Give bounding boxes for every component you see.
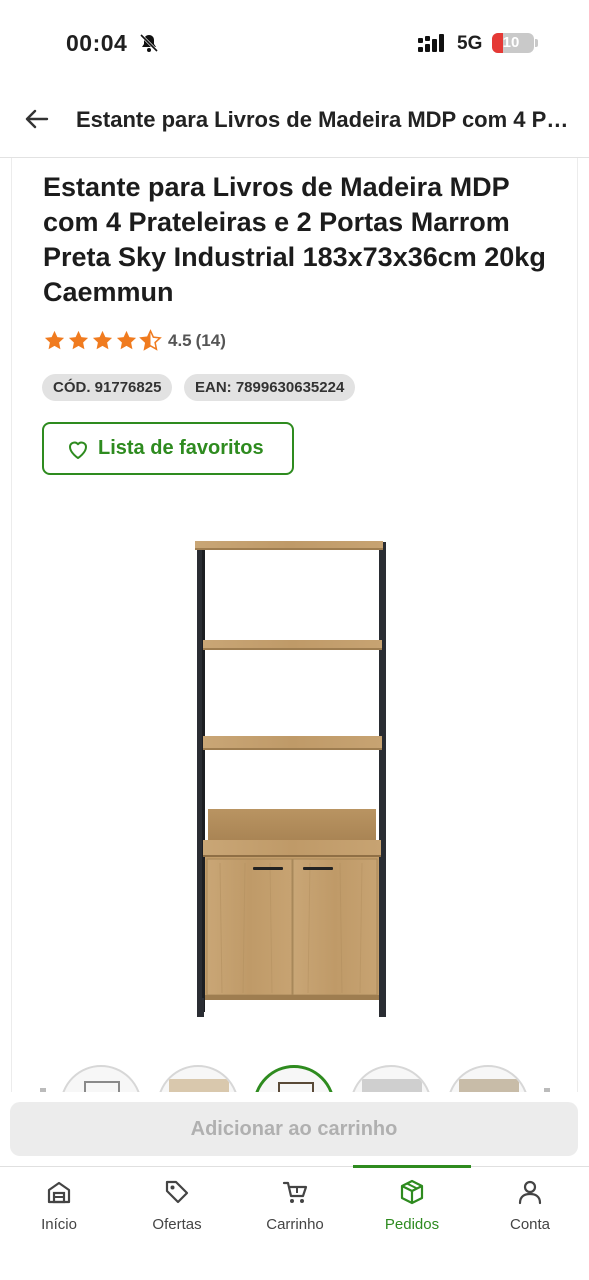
thumbnail[interactable] bbox=[447, 1065, 529, 1092]
bell-off-icon bbox=[139, 33, 159, 53]
nav-label-inicio: Início bbox=[41, 1216, 77, 1233]
nav-label-pedidos: Pedidos bbox=[384, 1216, 440, 1233]
status-bar: 00:04 5G 10 bbox=[0, 0, 589, 88]
header-title: Estante para Livros de Madeira MDP com 4… bbox=[76, 107, 571, 132]
bottom-navigation: Início Ofertas Carrinho Pedidos Conta bbox=[0, 1165, 589, 1280]
rating-stars[interactable] bbox=[43, 329, 162, 353]
thumbnail-strip[interactable] bbox=[40, 1060, 550, 1092]
rating-average: 4.5 bbox=[168, 331, 192, 350]
product-title: Estante para Livros de Madeira MDP com 4… bbox=[43, 172, 546, 307]
nav-item-inicio[interactable]: Início bbox=[0, 1167, 118, 1247]
product-image[interactable] bbox=[150, 528, 440, 1028]
thumbnail-active[interactable] bbox=[253, 1065, 335, 1092]
favorites-label: Lista de favoritos bbox=[98, 437, 264, 459]
nav-label-conta: Conta bbox=[509, 1216, 551, 1233]
rating-count: (14) bbox=[195, 331, 226, 350]
thumbnail[interactable] bbox=[350, 1065, 432, 1092]
star-icon bbox=[92, 330, 113, 350]
nav-label-ofertas: Ofertas bbox=[152, 1216, 202, 1233]
page-header: Estante para Livros de Madeira MDP com 4… bbox=[0, 88, 589, 158]
back-arrow-icon[interactable] bbox=[22, 104, 52, 134]
nav-label-carrinho: Carrinho bbox=[266, 1216, 324, 1233]
star-icon bbox=[116, 330, 137, 350]
battery-level: 10 bbox=[502, 34, 520, 51]
battery-icon: 10 bbox=[492, 33, 534, 53]
network-label: 5G bbox=[457, 33, 483, 54]
add-to-cart-bar: Adicionar ao carrinho bbox=[0, 1092, 589, 1164]
user-icon bbox=[518, 1180, 542, 1205]
star-icon bbox=[68, 330, 89, 350]
cart-icon bbox=[282, 1181, 308, 1203]
nav-item-ofertas[interactable]: Ofertas bbox=[118, 1167, 236, 1247]
status-time: 00:04 bbox=[66, 30, 128, 56]
star-half-icon bbox=[139, 329, 162, 351]
favorites-button[interactable]: Lista de favoritos bbox=[42, 422, 294, 475]
rating-summary[interactable]: 4.5 (14) bbox=[168, 331, 226, 351]
home-icon bbox=[47, 1181, 71, 1204]
nav-item-pedidos[interactable]: Pedidos bbox=[353, 1167, 471, 1247]
add-to-cart-button[interactable]: Adicionar ao carrinho bbox=[10, 1102, 578, 1156]
nav-item-carrinho[interactable]: Carrinho bbox=[236, 1167, 354, 1247]
thumbnail[interactable] bbox=[60, 1065, 142, 1092]
ean-chip: EAN: 7899630635224 bbox=[184, 374, 356, 401]
heart-icon bbox=[69, 441, 87, 459]
product-code-chip: CÓD. 91776825 bbox=[42, 374, 173, 401]
nav-item-conta[interactable]: Conta bbox=[471, 1167, 589, 1247]
battery-tip bbox=[535, 39, 538, 47]
tag-icon bbox=[165, 1180, 189, 1204]
star-icon bbox=[44, 330, 65, 350]
box-icon bbox=[400, 1179, 424, 1205]
thumbnail[interactable] bbox=[157, 1065, 239, 1092]
signal-icon bbox=[418, 34, 444, 52]
